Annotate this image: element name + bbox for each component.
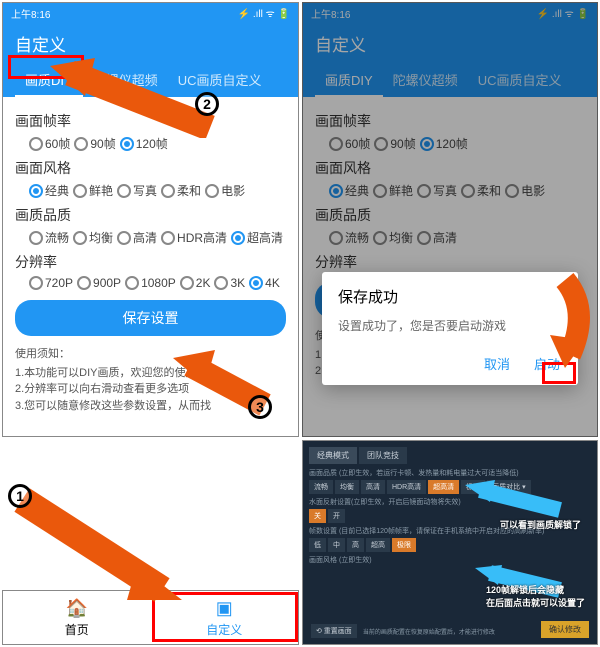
radio-icon: [73, 231, 87, 245]
status-bar: 上午8:16 ⚡ .ıll ᯤ 🔋: [3, 3, 298, 23]
quality-smooth[interactable]: 流畅: [29, 229, 69, 246]
annotation-quality-unlocked: 可以看到画质解锁了: [500, 518, 581, 531]
res-900[interactable]: 900P: [77, 276, 121, 290]
style-movie[interactable]: 电影: [205, 182, 245, 199]
game-fps-extreme[interactable]: 极限: [392, 538, 416, 552]
game-fps-high[interactable]: 高: [347, 538, 364, 552]
dialog-message: 设置成功了，您是否要启动游戏: [338, 317, 562, 334]
game-quality-label: 画面品质 (立即生效，若运行卡顿、发热量和耗电量过大可适当降低): [309, 468, 591, 478]
radio-icon: [180, 276, 194, 290]
arrow-orange-1: [2, 480, 202, 610]
arrow-blue-1: [460, 480, 570, 520]
game-opt-hd[interactable]: 高清: [361, 480, 385, 494]
quality-uhd[interactable]: 超高清: [231, 229, 283, 246]
res-options: 720P 900P 1080P 2K 3K 4K: [15, 276, 286, 290]
dialog-actions: 取消 启动: [338, 350, 562, 377]
game-opt-smooth[interactable]: 流畅: [309, 480, 333, 494]
quality-title: 画质品质: [15, 205, 286, 225]
res-title: 分辨率: [15, 252, 286, 272]
game-reset-button[interactable]: ⟲ 重置画面: [311, 624, 357, 638]
arrow-orange-launch: [530, 270, 600, 370]
radio-icon: [74, 137, 88, 151]
step-1-marker: 1: [8, 484, 32, 508]
res-720[interactable]: 720P: [29, 276, 73, 290]
radio-icon: [117, 184, 131, 198]
annotation-120fps-hidden: 120帧解锁后会隐藏 在后面点击就可以设置了: [486, 583, 585, 609]
radio-icon: [29, 137, 43, 151]
radio-icon: [125, 276, 139, 290]
radio-icon: [120, 137, 134, 151]
game-settings: 经典模式 团队竞技 画面品质 (立即生效，若运行卡顿、发热量和耗电量过大可适当降…: [302, 440, 598, 645]
game-water-on[interactable]: 开: [328, 509, 345, 523]
radio-icon: [205, 184, 219, 198]
radio-icon: [161, 184, 175, 198]
res-3k[interactable]: 3K: [214, 276, 245, 290]
quality-balanced[interactable]: 均衡: [73, 229, 113, 246]
quality-options: 流畅 均衡 高清 HDR高清 超高清: [15, 229, 286, 246]
style-photo[interactable]: 写真: [117, 182, 157, 199]
game-fps-mid[interactable]: 中: [328, 538, 345, 552]
page-title: 自定义: [15, 31, 286, 56]
radio-icon: [29, 184, 43, 198]
status-icons: ⚡ .ıll ᯤ 🔋: [238, 6, 290, 20]
res-1080[interactable]: 1080P: [125, 276, 176, 290]
radio-icon: [29, 231, 43, 245]
game-opt-balanced[interactable]: 均衡: [335, 480, 359, 494]
style-classic[interactable]: 经典: [29, 182, 69, 199]
game-style-label: 画面风格 (立即生效): [309, 555, 591, 565]
radio-icon: [161, 231, 175, 245]
game-opt-uhd[interactable]: 超高清: [428, 480, 459, 494]
nav-home-label: 首页: [65, 621, 89, 638]
status-time: 上午8:16: [11, 6, 50, 21]
cancel-button[interactable]: 取消: [482, 350, 512, 377]
arrow-orange-2: [40, 58, 220, 138]
game-water-off[interactable]: 关: [309, 509, 326, 523]
radio-icon: [249, 276, 263, 290]
style-options: 经典 鲜艳 写真 柔和 电影: [15, 182, 286, 199]
radio-icon: [77, 276, 91, 290]
game-fps-low[interactable]: 低: [309, 538, 326, 552]
step-2-marker: 2: [195, 92, 219, 116]
style-title: 画面风格: [15, 158, 286, 178]
style-vivid[interactable]: 鲜艳: [73, 182, 113, 199]
radio-icon: [29, 276, 43, 290]
game-fps-ultra[interactable]: 超高: [366, 538, 390, 552]
game-tab-team[interactable]: 团队竞技: [359, 447, 407, 464]
game-tab-classic[interactable]: 经典模式: [309, 447, 357, 464]
save-button[interactable]: 保存设置: [15, 300, 286, 336]
radio-icon: [117, 231, 131, 245]
game-opt-hdr[interactable]: HDR高清: [387, 480, 426, 494]
res-2k[interactable]: 2K: [180, 276, 211, 290]
style-soft[interactable]: 柔和: [161, 182, 201, 199]
game-confirm-button[interactable]: 确认修改: [541, 621, 589, 638]
step-3-marker: 3: [248, 395, 272, 419]
res-4k[interactable]: 4K: [249, 276, 280, 290]
quality-hdr[interactable]: HDR高清: [161, 229, 227, 246]
dialog-title: 保存成功: [338, 286, 562, 307]
game-hint: 当前的画质配置在恢复原始配置后，才能进行修改: [363, 627, 495, 636]
radio-icon: [214, 276, 228, 290]
quality-hd[interactable]: 高清: [117, 229, 157, 246]
radio-icon: [231, 231, 245, 245]
radio-icon: [73, 184, 87, 198]
